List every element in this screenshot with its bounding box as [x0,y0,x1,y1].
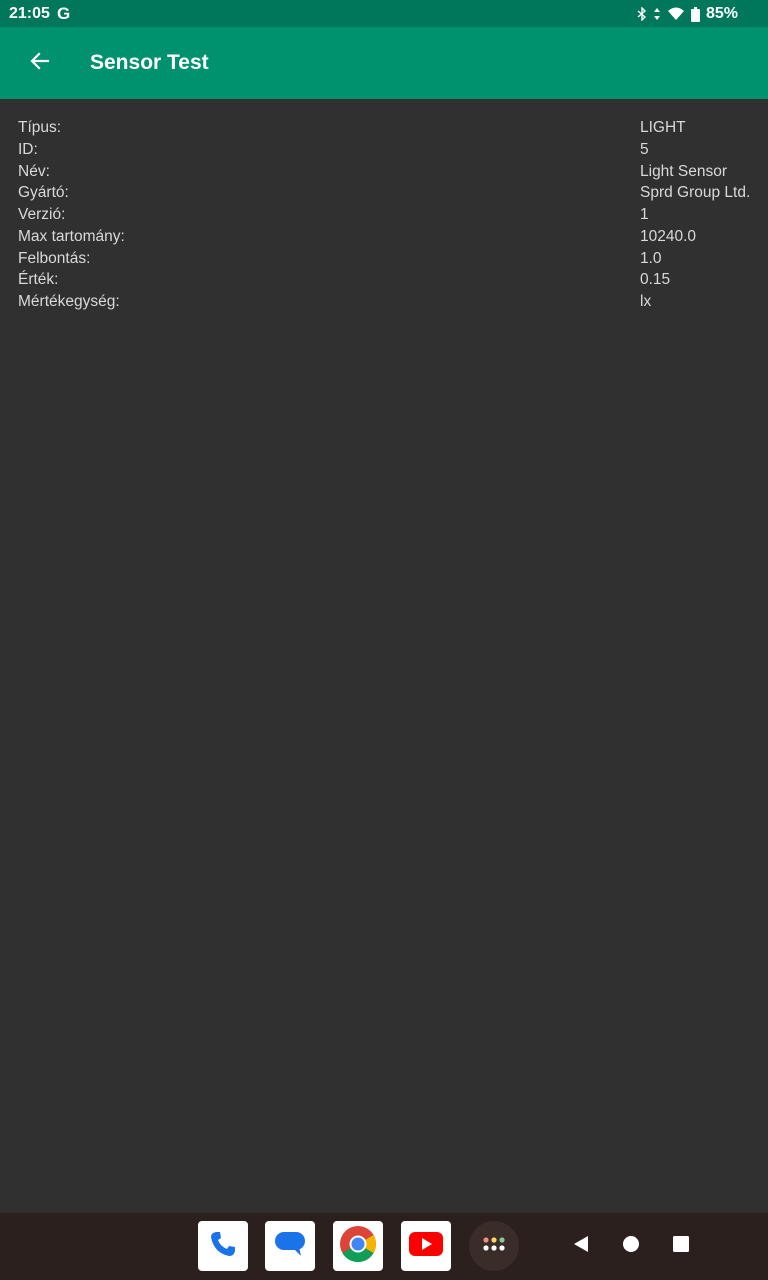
info-label: Gyártó: [18,184,69,201]
info-row-version: Verzió: 1 [0,206,768,228]
recents-square-icon [672,1235,690,1258]
info-value: Light Sensor [640,163,728,180]
nav-home-button[interactable] [616,1231,646,1261]
back-button[interactable] [18,41,62,85]
sensor-details: Típus: LIGHT ID: 5 Név: Light Sensor Gyá… [0,99,768,1213]
status-time: 21:05 [9,5,50,22]
info-row-resolution: Felbontás: 1.0 [0,250,768,272]
chrome-icon [339,1225,377,1268]
info-label: Név: [18,163,50,180]
info-row-name: Név: Light Sensor [0,163,768,185]
bluetooth-icon [637,7,647,21]
messages-app-button[interactable] [265,1221,315,1271]
arrow-back-icon [29,50,51,77]
info-row-unit: Mértékegység: lx [0,293,768,315]
info-label: Típus: [18,119,62,136]
info-value: 1 [640,206,649,223]
battery-percent: 85% [705,5,738,22]
info-row-max-range: Max tartomány: 10240.0 [0,228,768,250]
messages-icon [273,1229,307,1264]
page-title: Sensor Test [90,51,209,74]
battery-icon [690,6,700,22]
info-value: Sprd Group Ltd. [640,184,751,201]
info-label: Mértékegység: [18,293,120,310]
phone-app-button[interactable] [198,1221,248,1271]
info-value: LIGHT [640,119,686,136]
app-drawer-button[interactable] [469,1221,519,1271]
info-value: 1.0 [640,250,662,267]
wifi-icon [667,7,685,21]
info-value: 5 [640,141,649,158]
info-label: Érték: [18,271,59,288]
home-circle-icon [622,1235,640,1258]
data-arrows-icon [653,7,661,21]
info-label: Max tartomány: [18,228,125,245]
app-drawer-icon [482,1236,506,1257]
info-row-vendor: Gyártó: Sprd Group Ltd. [0,184,768,206]
info-value: 10240.0 [640,228,697,245]
info-label: ID: [18,141,38,158]
phone-icon [208,1229,238,1264]
youtube-app-button[interactable] [401,1221,451,1271]
back-triangle-icon [572,1235,590,1258]
info-row-value: Érték: 0.15 [0,271,768,293]
info-value: 0.15 [640,271,671,288]
nav-recents-button[interactable] [666,1231,696,1261]
youtube-icon [409,1231,443,1261]
app-bar: Sensor Test [0,27,768,99]
info-row-id: ID: 5 [0,141,768,163]
info-label: Verzió: [18,206,66,223]
navigation-bar [0,1213,768,1280]
info-value: lx [640,293,652,310]
nav-back-button[interactable] [566,1231,596,1261]
chrome-app-button[interactable] [333,1221,383,1271]
info-label: Felbontás: [18,250,91,267]
status-icons: 85% [637,5,738,23]
status-bar: 21:05 G 85% [0,0,768,27]
google-g-icon: G [57,4,71,23]
info-row-type: Típus: LIGHT [0,119,768,141]
